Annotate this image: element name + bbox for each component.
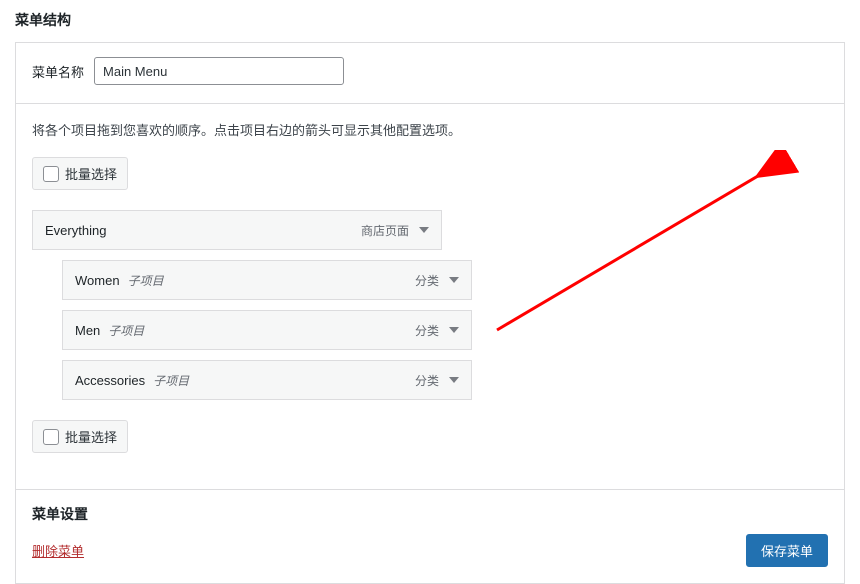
menu-name-row: 菜单名称 — [16, 43, 844, 104]
bulk-select-checkbox[interactable] — [43, 166, 59, 182]
menu-item-type: 商店页面 — [361, 222, 409, 239]
bulk-select-button[interactable]: 批量选择 — [32, 157, 128, 190]
chevron-down-icon[interactable] — [449, 377, 459, 383]
menu-name-input[interactable] — [94, 57, 344, 85]
menu-settings-section: 菜单设置 删除菜单 保存菜单 — [16, 489, 844, 583]
drag-hint: 将各个项目拖到您喜欢的顺序。点击项目右边的箭头可显示其他配置选项。 — [32, 120, 828, 139]
bulk-select-label: 批量选择 — [65, 164, 117, 183]
menu-item-accessories[interactable]: Accessories 子项目 分类 — [62, 360, 472, 400]
bulk-select-top: 批量选择 — [32, 157, 828, 190]
menu-item-title: Everything — [45, 223, 106, 238]
menu-item-type: 分类 — [415, 272, 439, 289]
chevron-down-icon[interactable] — [449, 327, 459, 333]
save-menu-button[interactable]: 保存菜单 — [746, 534, 828, 567]
menu-item-women[interactable]: Women 子项目 分类 — [62, 260, 472, 300]
menu-item-everything[interactable]: Everything 商店页面 — [32, 210, 442, 250]
menu-item-type: 分类 — [415, 372, 439, 389]
bulk-select-bottom: 批量选择 — [32, 420, 828, 453]
menu-item-men[interactable]: Men 子项目 分类 — [62, 310, 472, 350]
menu-item-subtag: 子项目 — [153, 372, 189, 389]
menu-item-subtag: 子项目 — [108, 322, 144, 339]
menu-name-label: 菜单名称 — [32, 62, 84, 81]
menu-item-title: Women — [75, 273, 120, 288]
page-title: 菜单结构 — [15, 10, 845, 30]
bulk-select-checkbox[interactable] — [43, 429, 59, 445]
menu-panel: 菜单名称 将各个项目拖到您喜欢的顺序。点击项目右边的箭头可显示其他配置选项。 批… — [15, 42, 845, 584]
menu-item-title: Men — [75, 323, 100, 338]
bulk-select-label: 批量选择 — [65, 427, 117, 446]
bulk-select-button[interactable]: 批量选择 — [32, 420, 128, 453]
menu-items-list: Everything 商店页面 Women 子项目 分类 — [32, 210, 828, 400]
chevron-down-icon[interactable] — [419, 227, 429, 233]
menu-item-type: 分类 — [415, 322, 439, 339]
chevron-down-icon[interactable] — [449, 277, 459, 283]
menu-settings-title: 菜单设置 — [32, 504, 828, 524]
panel-body: 将各个项目拖到您喜欢的顺序。点击项目右边的箭头可显示其他配置选项。 批量选择 E… — [16, 104, 844, 489]
menu-item-title: Accessories — [75, 373, 145, 388]
delete-menu-link[interactable]: 删除菜单 — [32, 541, 84, 560]
menu-item-subtag: 子项目 — [128, 272, 164, 289]
